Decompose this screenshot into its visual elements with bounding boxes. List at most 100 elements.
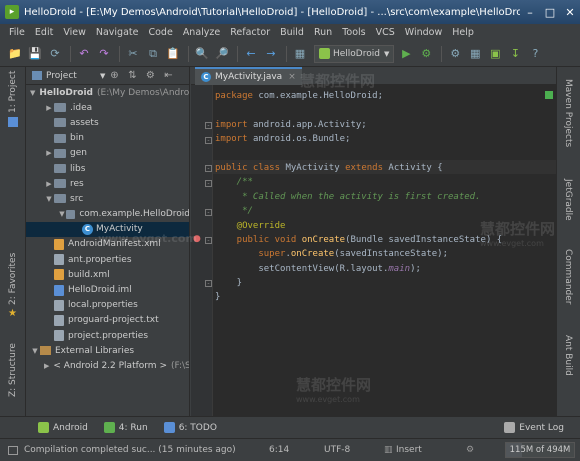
tree-item[interactable]: ant.properties	[26, 252, 189, 267]
scroll-from-source-icon[interactable]: ⊕	[107, 69, 121, 83]
ant-tool-tab[interactable]: Ant Build	[563, 335, 573, 376]
gradle-tool-tab[interactable]: JetGradle	[563, 179, 573, 221]
tree-item[interactable]: ▶ res	[26, 176, 189, 191]
menu-item-file[interactable]: File	[4, 27, 30, 38]
code-line[interactable]: }	[215, 276, 502, 290]
code-line[interactable]	[215, 103, 502, 117]
tool-tab-event-log[interactable]: Event Log	[504, 422, 564, 433]
tree-item[interactable]: ▼ HelloDroid (E:\My Demos\Android	[26, 85, 189, 100]
tree-item[interactable]: bin	[26, 131, 189, 146]
expand-arrow-icon[interactable]: ▼	[30, 89, 35, 97]
code-line[interactable]: package com.example.HelloDroid;	[215, 89, 502, 103]
expand-arrow-icon[interactable]: ▼	[58, 210, 66, 218]
collapse-arrow-icon[interactable]: ▶	[44, 180, 54, 188]
sdk-icon[interactable]: ↧	[506, 45, 524, 63]
code-line[interactable]: public class MyActivity extends Activity…	[215, 161, 502, 175]
project-view-select[interactable]: Project	[46, 71, 100, 81]
make-icon[interactable]: ▦	[291, 45, 309, 63]
tree-item[interactable]: project.properties	[26, 328, 189, 343]
project-tool-tab[interactable]: 1: Project	[8, 71, 18, 113]
tree-item[interactable]: ▶ .idea	[26, 100, 189, 115]
menu-item-edit[interactable]: Edit	[30, 27, 58, 38]
menu-item-view[interactable]: View	[58, 27, 91, 38]
maven-tool-tab[interactable]: Maven Projects	[563, 79, 573, 147]
back-icon[interactable]: ←	[242, 45, 260, 63]
save-icon[interactable]: 💾	[26, 45, 44, 63]
tree-item[interactable]: HelloDroid.iml	[26, 282, 189, 297]
structure-tool-tab[interactable]: Z: Structure	[8, 343, 18, 397]
tree-item[interactable]: proguard-project.txt	[26, 313, 189, 328]
code-line[interactable]: @Override	[215, 219, 502, 233]
close-tab-icon[interactable]: ×	[288, 72, 296, 82]
collapse-arrow-icon[interactable]: ▶	[44, 104, 54, 112]
tree-item[interactable]: ▶ < Android 2.2 Platform > (F:\S	[26, 358, 189, 373]
status-icon[interactable]	[8, 445, 18, 455]
code-line[interactable]: import android.app.Activity;	[215, 118, 502, 132]
memory-indicator[interactable]: 115M of 494M	[505, 442, 575, 458]
close-button[interactable]: ✕	[560, 4, 580, 20]
fold-marker-icon[interactable]: -	[205, 280, 212, 287]
file-encoding[interactable]: UTF-8	[324, 445, 384, 455]
inspection-ok-icon[interactable]	[545, 91, 553, 99]
collapse-all-icon[interactable]: ⇅	[125, 69, 139, 83]
settings-icon[interactable]: ⚙	[446, 45, 464, 63]
code-line[interactable]: * Called when the activity is first crea…	[215, 190, 502, 204]
tool-tab-4-run[interactable]: 4: Run	[103, 422, 148, 433]
expand-arrow-icon[interactable]: ▼	[30, 347, 40, 355]
expand-arrow-icon[interactable]: ▼	[44, 195, 54, 203]
menu-item-window[interactable]: Window	[400, 27, 447, 38]
code-line[interactable]: import android.os.Bundle;	[215, 132, 502, 146]
menu-item-vcs[interactable]: VCS	[371, 27, 400, 38]
favorites-tool-tab[interactable]: 2: Favorites	[8, 253, 18, 305]
hide-icon[interactable]: ⇤	[161, 69, 175, 83]
tool-tab-6-todo[interactable]: 6: TODO	[163, 422, 217, 433]
fold-marker-icon[interactable]: -	[205, 122, 212, 129]
maximize-button[interactable]: □	[540, 4, 560, 20]
code-line[interactable]: public void onCreate(Bundle savedInstanc…	[215, 233, 503, 247]
sync-icon[interactable]: ⟳	[46, 45, 64, 63]
menu-item-code[interactable]: Code	[143, 27, 177, 38]
caret-position[interactable]: 6:14	[269, 445, 324, 455]
fold-marker-icon[interactable]: -	[205, 209, 212, 216]
run-icon[interactable]: ▶	[397, 45, 415, 63]
cut-icon[interactable]: ✂	[124, 45, 142, 63]
collapse-arrow-icon[interactable]: ▶	[44, 149, 54, 157]
tree-item[interactable]: ▼ External Libraries	[26, 343, 189, 358]
tree-item[interactable]: local.properties	[26, 298, 189, 313]
code-line[interactable]: setContentView(R.layout.main);	[215, 262, 502, 276]
insert-mode[interactable]: Insert	[396, 445, 466, 455]
editor-gutter[interactable]	[191, 85, 213, 416]
tree-item[interactable]: libs	[26, 161, 189, 176]
tree-item[interactable]: ▶ gen	[26, 146, 189, 161]
code-line[interactable]: */	[215, 204, 502, 218]
fold-marker-icon[interactable]: -	[205, 165, 212, 172]
tree-item[interactable]: ▼ src	[26, 191, 189, 206]
tree-item[interactable]: assets	[26, 115, 189, 130]
commander-tool-tab[interactable]: Commander	[563, 249, 573, 305]
minimize-button[interactable]: –	[520, 4, 540, 20]
menu-item-help[interactable]: Help	[447, 27, 479, 38]
tree-item[interactable]: build.xml	[26, 267, 189, 282]
status-message[interactable]: Compilation completed suc... (15 minutes…	[24, 445, 269, 455]
fold-marker-icon[interactable]: -	[205, 180, 212, 187]
tree-item[interactable]: ▼ com.example.HelloDroid	[26, 207, 189, 222]
tool-tab-android[interactable]: Android	[38, 422, 88, 433]
code-text[interactable]: package com.example.HelloDroid; import an…	[215, 89, 502, 305]
code-editor[interactable]: - - - - - ● - - package com.example.Hell…	[191, 85, 556, 416]
menu-item-run[interactable]: Run	[309, 27, 337, 38]
open-icon[interactable]: 📁	[6, 45, 24, 63]
redo-icon[interactable]: ↷	[95, 45, 113, 63]
forward-icon[interactable]: →	[262, 45, 280, 63]
paste-icon[interactable]: 📋	[164, 45, 182, 63]
code-line[interactable]: }	[215, 290, 502, 304]
menu-item-refactor[interactable]: Refactor	[225, 27, 275, 38]
collapse-arrow-icon[interactable]: ▶	[44, 362, 49, 370]
star-icon[interactable]: ★	[8, 309, 18, 319]
replace-icon[interactable]: 🔎	[213, 45, 231, 63]
editor-tab-myactivity[interactable]: C MyActivity.java ×	[195, 67, 302, 85]
inspector-icon[interactable]: ⚙	[466, 445, 478, 455]
chevron-down-icon[interactable]: ▼	[100, 72, 105, 80]
menu-item-navigate[interactable]: Navigate	[91, 27, 144, 38]
structure-icon[interactable]: ▦	[466, 45, 484, 63]
menu-item-tools[interactable]: Tools	[337, 27, 370, 38]
